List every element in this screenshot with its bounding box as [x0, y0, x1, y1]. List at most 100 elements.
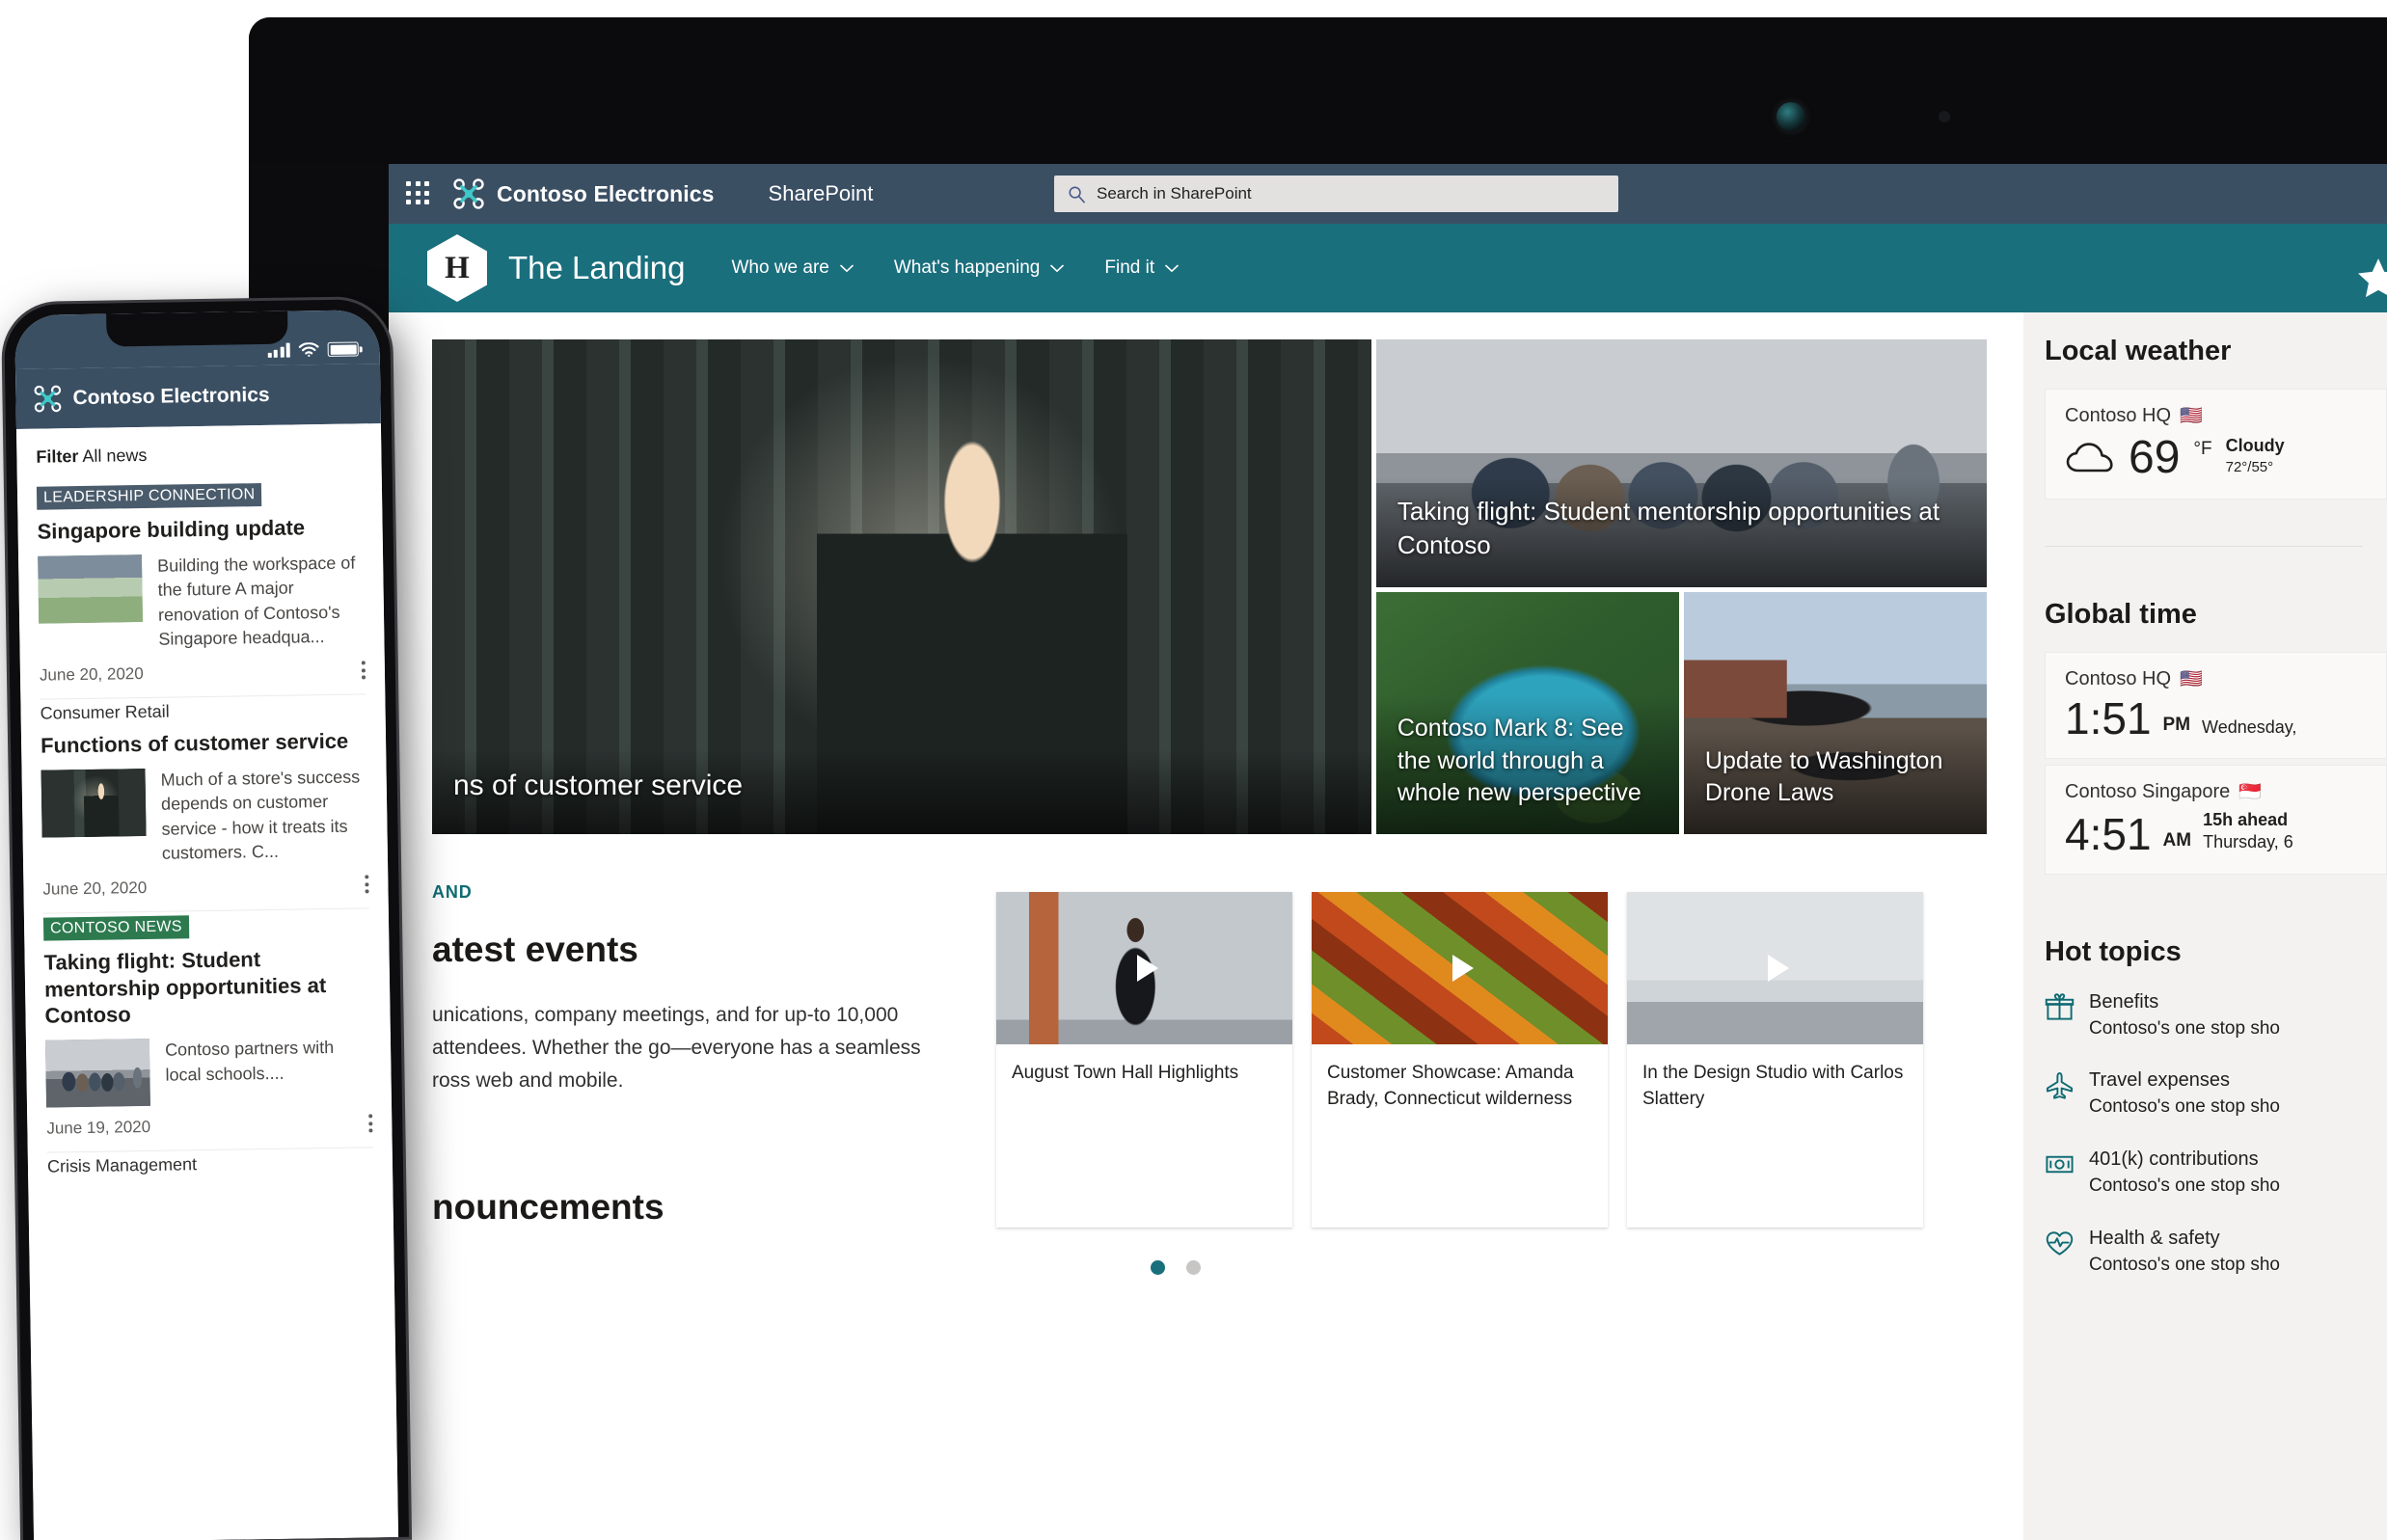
news-item-description: Building the workspace of the future A m…	[157, 553, 356, 650]
hot-topic-text: 401(k) contributions Contoso's one stop …	[2089, 1147, 2280, 1199]
site-title[interactable]: The Landing	[508, 250, 685, 286]
play-icon[interactable]	[1435, 943, 1485, 993]
video-card-body: Customer Showcase: Amanda Brady, Connect…	[1312, 1044, 1608, 1139]
hot-topic-title: 401(k) contributions	[2089, 1148, 2259, 1171]
hot-topic-description: Contoso's one stop sho	[2089, 1254, 2280, 1275]
video-thumbnail[interactable]	[1627, 892, 1923, 1044]
hot-topic-item-401k-contributions[interactable]: 401(k) contributions Contoso's one stop …	[2045, 1147, 2387, 1199]
more-options-icon[interactable]	[361, 661, 366, 680]
world-clock-card[interactable]: Contoso Singapore 🇸🇬 4:51 AM 15h ahead T…	[2045, 765, 2387, 875]
video-card-title: Customer Showcase: Amanda Brady, Connect…	[1327, 1063, 1574, 1109]
weather-high-low: 72°/55°	[2225, 459, 2274, 476]
phone-device: Contoso Electronics Filter All news LEAD…	[3, 298, 410, 1540]
news-item-thumbnail	[44, 1038, 151, 1108]
news-item-footer: June 20, 2020	[42, 863, 369, 912]
nav-item-who-we-are[interactable]: Who we are	[731, 257, 854, 279]
hot-topic-item-travel-expenses[interactable]: Travel expenses Contoso's one stop sho	[2045, 1067, 2387, 1120]
signal-icon	[267, 342, 290, 358]
video-card-body: August Town Hall Highlights	[996, 1044, 1292, 1139]
laptop-bezel	[249, 17, 2387, 164]
news-item-row: Contoso partners with local schools....	[44, 1035, 372, 1108]
news-list-item[interactable]: CONTOSO NEWS Taking flight: Student ment…	[42, 908, 373, 1153]
news-hero-card-tertiary[interactable]: Contoso Mark 8: See the world through a …	[1375, 591, 1679, 834]
nav-item-whats-happening[interactable]: What's happening	[894, 257, 1065, 279]
hot-topic-item-health-safety[interactable]: Health & safety Contoso's one stop sho	[2045, 1226, 2387, 1278]
news-item-description: Contoso partners with local schools....	[164, 1037, 335, 1085]
weather-location: Contoso HQ 🇺🇸	[2065, 405, 2367, 427]
news-list-item[interactable]: LEADERSHIP CONNECTION Singapore building…	[36, 477, 366, 700]
phone-news-list[interactable]: Filter All news LEADERSHIP CONNECTION Si…	[15, 423, 399, 1540]
more-options-icon[interactable]	[367, 1114, 372, 1133]
webcam-icon	[1777, 102, 1805, 131]
news-item-footer: June 20, 2020	[40, 649, 366, 698]
star-icon[interactable]	[2356, 257, 2387, 301]
suite-brand-label[interactable]: Contoso Electronics	[497, 181, 715, 207]
hot-topics-heading: Hot topics	[2045, 935, 2182, 967]
news-hero-card-quaternary[interactable]: Update to Washington Drone Laws	[1683, 591, 1987, 834]
video-card[interactable]: Customer Showcase: Amanda Brady, Connect…	[1312, 892, 1608, 1229]
video-card[interactable]: In the Design Studio with Carlos Slatter…	[1627, 892, 1923, 1229]
play-icon[interactable]	[1120, 943, 1170, 993]
play-icon[interactable]	[1750, 943, 1801, 993]
nav-item-find-it[interactable]: Find it	[1104, 257, 1179, 279]
news-item-date: June 20, 2020	[42, 878, 148, 899]
local-weather-heading: Local weather	[2045, 336, 2232, 366]
news-category-badge: CONTOSO NEWS	[42, 915, 189, 941]
news-hero-grid: ns of customer service Taking flight: St…	[432, 339, 1987, 834]
video-card[interactable]: August Town Hall Highlights	[996, 892, 1292, 1229]
news-hero-card-secondary[interactable]: Taking flight: Student mentorship opport…	[1375, 339, 1987, 587]
us-flag-icon: 🇺🇸	[2180, 406, 2203, 426]
news-list-item[interactable]: Consumer Retail Functions of customer se…	[40, 694, 369, 914]
suite-bar: Contoso Electronics SharePoint Search in…	[389, 164, 2387, 224]
video-card-title: August Town Hall Highlights	[1012, 1063, 1239, 1083]
weather-card[interactable]: Contoso HQ 🇺🇸 69 °F Cloudy 72°/55°	[2045, 389, 2387, 500]
app-launcher-icon[interactable]	[406, 181, 431, 206]
news-list-item[interactable]: Crisis Management	[47, 1148, 373, 1176]
singapore-flag-icon: 🇸🇬	[2238, 782, 2262, 802]
site-logo-letter: H	[445, 250, 470, 285]
clock-offset: 15h ahead	[2203, 810, 2289, 829]
weather-unit: °F	[2193, 439, 2212, 459]
hot-topic-description: Contoso's one stop sho	[2089, 1017, 2280, 1039]
browser-screen: Contoso Electronics SharePoint Search in…	[389, 164, 2387, 1540]
events-description: unications, company meetings, and for up…	[432, 1004, 921, 1093]
weather-condition: Cloudy 72°/55°	[2226, 435, 2285, 477]
clock-time: 4:51	[2065, 808, 2152, 859]
carousel-pagination	[389, 1260, 1987, 1276]
cloudy-icon	[2066, 443, 2113, 473]
heart-pulse-icon	[2046, 1231, 2074, 1256]
page-content: ns of customer service Taking flight: St…	[389, 312, 2387, 1540]
news-item-row: Building the workspace of the future A m…	[38, 551, 366, 654]
clock-ampm: PM	[2162, 715, 2191, 735]
news-item-thumbnail	[41, 768, 147, 838]
filter-control[interactable]: Filter All news	[36, 423, 363, 482]
video-thumbnail[interactable]	[996, 892, 1292, 1044]
chevron-down-icon	[840, 264, 854, 272]
news-item-description: Much of a store's success depends on cus…	[160, 767, 361, 863]
hot-topic-item-benefits[interactable]: Benefits Contoso's one stop sho	[2045, 989, 2387, 1041]
gift-icon	[2045, 993, 2075, 1020]
more-options-icon[interactable]	[364, 875, 369, 894]
site-logo[interactable]: H	[427, 234, 487, 302]
news-hero-title: Update to Washington Drone Laws	[1683, 727, 1987, 834]
phone-brand-label: Contoso Electronics	[72, 383, 270, 410]
carousel-dot[interactable]	[1186, 1260, 1201, 1276]
news-category-label: Crisis Management	[46, 1154, 198, 1176]
events-title: atest events	[432, 930, 638, 969]
news-hero-card-primary[interactable]: ns of customer service	[432, 339, 1371, 834]
news-category-label: Consumer Retail	[40, 701, 170, 723]
clock-ampm: AM	[2162, 829, 2192, 851]
video-card-title: In the Design Studio with Carlos Slatter…	[1642, 1063, 1904, 1109]
world-clock-card[interactable]: Contoso HQ 🇺🇸 1:51 PM Wednesday,	[2045, 652, 2387, 759]
main-column: ns of customer service Taking flight: St…	[389, 312, 2023, 1540]
search-icon	[1069, 185, 1085, 203]
suite-app-label[interactable]: SharePoint	[769, 181, 874, 206]
phone-app-header: Contoso Electronics	[14, 364, 381, 430]
video-thumbnail[interactable]	[1312, 892, 1608, 1044]
hot-topic-title: Health & safety	[2089, 1227, 2220, 1249]
hot-topic-text: Benefits Contoso's one stop sho	[2089, 989, 2280, 1041]
carousel-dot-active[interactable]	[1151, 1260, 1165, 1276]
news-item-thumbnail	[38, 554, 144, 624]
search-input[interactable]: Search in SharePoint	[1054, 176, 1618, 212]
hot-topic-text: Health & safety Contoso's one stop sho	[2089, 1226, 2280, 1278]
